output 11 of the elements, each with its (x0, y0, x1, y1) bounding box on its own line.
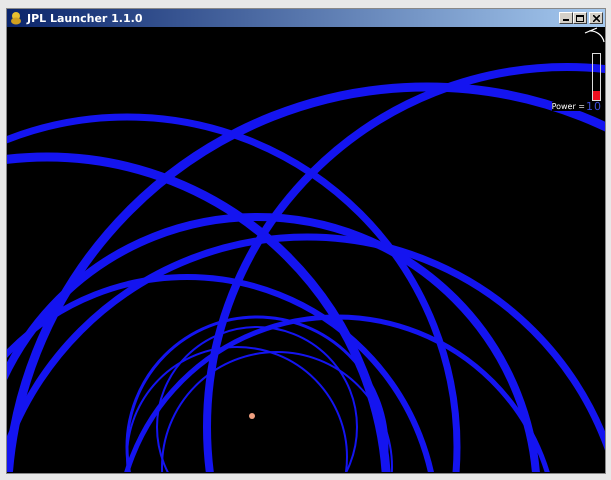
app-icon (9, 11, 23, 25)
ball-icon (249, 413, 255, 419)
close-icon (592, 14, 600, 22)
power-value: 10 (586, 100, 602, 113)
power-label: Power = (552, 102, 585, 111)
window-title: JPL Launcher 1.1.0 (27, 12, 144, 24)
maximize-icon (576, 14, 584, 22)
aim-arc-icon (583, 27, 605, 43)
maximize-button[interactable] (573, 12, 587, 24)
close-button[interactable] (589, 12, 603, 24)
minimize-button[interactable] (559, 12, 573, 24)
